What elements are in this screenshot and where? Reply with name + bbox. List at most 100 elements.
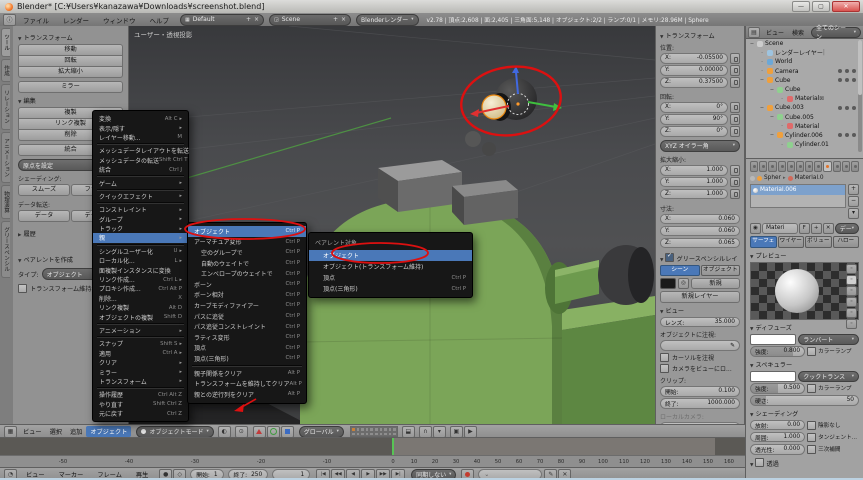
outliner-row[interactable]: ·Camera [746,67,863,76]
lock-icon[interactable] [730,77,740,88]
menu-item[interactable]: トランスフォーム▸ [93,377,188,386]
outliner-row[interactable]: −Cube [746,85,863,94]
properties-tab-world[interactable] [778,161,786,172]
properties-tab-render-layers[interactable] [759,161,767,172]
remove-scene-icon[interactable]: × [341,16,346,23]
specular-shader-dropdown[interactable]: クックトランス▾ [798,371,859,382]
expand-icon[interactable]: − [769,114,775,120]
editor-type-icon[interactable]: ⓘ [3,14,16,26]
view3d-menu-追加[interactable]: 追加 [66,426,86,437]
panel-header-diffuse[interactable]: ▼ディフューズ [750,323,859,332]
eyedropper-icon[interactable]: ✎ [730,343,735,349]
menu-item[interactable]: トランスフォームを維持してクリアAlt P [188,378,306,389]
menu-item[interactable]: 親との逆行列をクリアAlt P [188,389,306,400]
axis-value-field[interactable]: Z:0.065 [660,238,740,249]
menu-item[interactable]: 親▸ [93,233,188,242]
breadcrumb-material[interactable]: Material.0 [795,175,824,181]
properties-tab-physics[interactable] [851,161,859,172]
topbar-menu-ウィンドウ[interactable]: ウィンドウ [96,15,143,25]
properties-tab-particles[interactable] [842,161,850,172]
shading-checkbox[interactable] [807,445,816,454]
move-button[interactable]: 移動 [18,44,123,56]
outliner-row[interactable]: −Cube.003 [746,103,863,112]
preview-plane-icon[interactable]: ◦ [846,264,857,274]
menu-item[interactable]: 表示/隠す▸ [93,123,188,132]
shade-smooth-button[interactable]: スムーズ [18,184,70,196]
properties-tab-constraints[interactable] [796,161,804,172]
menu-item[interactable]: メッシュデータレイアウトを転送 [93,146,188,155]
menu-item[interactable]: メッシュデータの転送Shift Ctrl T [93,156,188,165]
preview-sphere-icon[interactable]: ◦ [846,275,857,285]
expand-icon[interactable]: − [769,132,775,138]
view3d-menu-オブジェクト[interactable]: オブジェクト [86,426,131,437]
material-slot-active[interactable]: Material.006 [751,185,845,195]
orientation-dropdown[interactable]: グローバル▾ [299,426,344,438]
properties-tab-material[interactable] [823,161,831,172]
shading-value-field[interactable]: 周囲:1.000 [750,432,805,443]
menu-item[interactable]: 自動のウェイトでCtrl P [188,258,306,269]
transparency-checkbox[interactable] [755,458,764,467]
layer-buttons[interactable] [350,426,398,437]
properties-tab-modifiers[interactable] [805,161,813,172]
menu-item[interactable]: ラティス変形Ctrl P [188,332,306,343]
axis-value-field[interactable]: Y:90° [660,114,728,125]
menu-item[interactable]: 適用Ctrl A▸ [93,349,188,358]
panel-header-view[interactable]: ▼ビュー [660,306,740,315]
scale-button[interactable]: 拡大縮小 [18,67,123,78]
lock-camera-checkbox[interactable] [660,364,669,373]
vis-dot-icon[interactable] [838,78,842,82]
lock-icon[interactable] [730,189,740,200]
shading-value-field[interactable]: 放射:0.00 [750,420,805,431]
add-slot-button[interactable]: + [848,184,859,195]
clip-start-field[interactable]: 開始:0.100 [660,386,740,397]
menu-item[interactable]: シングルユーザー化U▸ [93,247,188,256]
menu-item[interactable]: 親子関係をクリアAlt P [188,368,306,379]
vis-dot-icon[interactable] [852,78,856,82]
manipulator-translate-icon[interactable] [253,426,266,438]
toolshelf-tab-物理演算[interactable]: 物理演算 [1,185,10,219]
outliner-menu-検索[interactable]: 検索 [788,28,808,37]
lock-cursor-checkbox[interactable] [660,353,669,362]
menu-item[interactable]: プロキシ作成...Ctrl Alt P [93,284,188,293]
remove-slot-button[interactable]: − [848,196,859,207]
diffuse-color-swatch[interactable] [750,334,796,345]
current-frame-line[interactable] [392,438,394,455]
viewport-shading-dropdown[interactable]: ◐ [218,426,231,438]
menu-item[interactable]: 削除...X [93,294,188,303]
maximize-button[interactable]: ▢ [812,1,830,12]
lock-icon[interactable] [730,102,740,113]
add-layout-icon[interactable]: + [246,16,251,23]
expand-icon[interactable]: − [759,77,765,83]
gp-new-layer-button[interactable]: 新規レイヤー [660,291,740,303]
toolshelf-tab-グリースペンシル[interactable]: グリースペンシル [1,221,10,278]
shading-checkbox[interactable] [807,433,816,442]
menu-item[interactable]: トラック▸ [93,224,188,233]
panel-header-preview[interactable]: ▼プレビュー [750,251,859,260]
material-type-tab-ワイヤー[interactable]: ワイヤー [778,236,805,248]
topbar-menu-ヘルプ[interactable]: ヘルプ [143,15,177,25]
material-slot-list[interactable]: Material.006 [750,184,846,208]
gp-checkbox[interactable] [665,253,674,262]
rotation-mode-dropdown[interactable]: XYZ オイラー角▾ [660,140,740,152]
panel-header-shading[interactable]: ▼シェーディング [750,409,859,418]
gp-object-tab[interactable]: オブジェクト [701,265,741,276]
menu-item[interactable]: クイックエフェクト▸ [93,192,188,201]
menu-item[interactable]: ミラー▸ [93,367,188,376]
outliner-row[interactable]: −Cube.005 [746,113,863,122]
screen-layout-selector[interactable]: ▦ Default + × [180,14,264,26]
menu-item[interactable]: 頂点(三角形)Ctrl P [188,353,306,364]
unlink-icon[interactable]: ☒ [819,96,823,102]
vis-dot-icon[interactable] [852,69,856,73]
pivot-point-dropdown[interactable]: ⊙ [235,426,248,438]
menu-item[interactable]: スナップShift S▸ [93,339,188,348]
diffuse-ramp-checkbox[interactable] [807,347,816,356]
axis-value-field[interactable]: X:0° [660,102,728,113]
menu-item[interactable]: オブジェクトの複製Shift D [93,312,188,321]
lock-icon[interactable] [730,114,740,125]
manipulator-rotate-icon[interactable] [267,426,280,438]
data-link-dropdown[interactable]: デー▾ [835,223,859,234]
topbar-menu-レンダー[interactable]: レンダー [56,15,96,25]
new-material-button[interactable]: + [811,223,822,234]
gp-new-button[interactable]: 新規 [691,278,740,289]
expand-icon[interactable]: − [769,87,775,93]
